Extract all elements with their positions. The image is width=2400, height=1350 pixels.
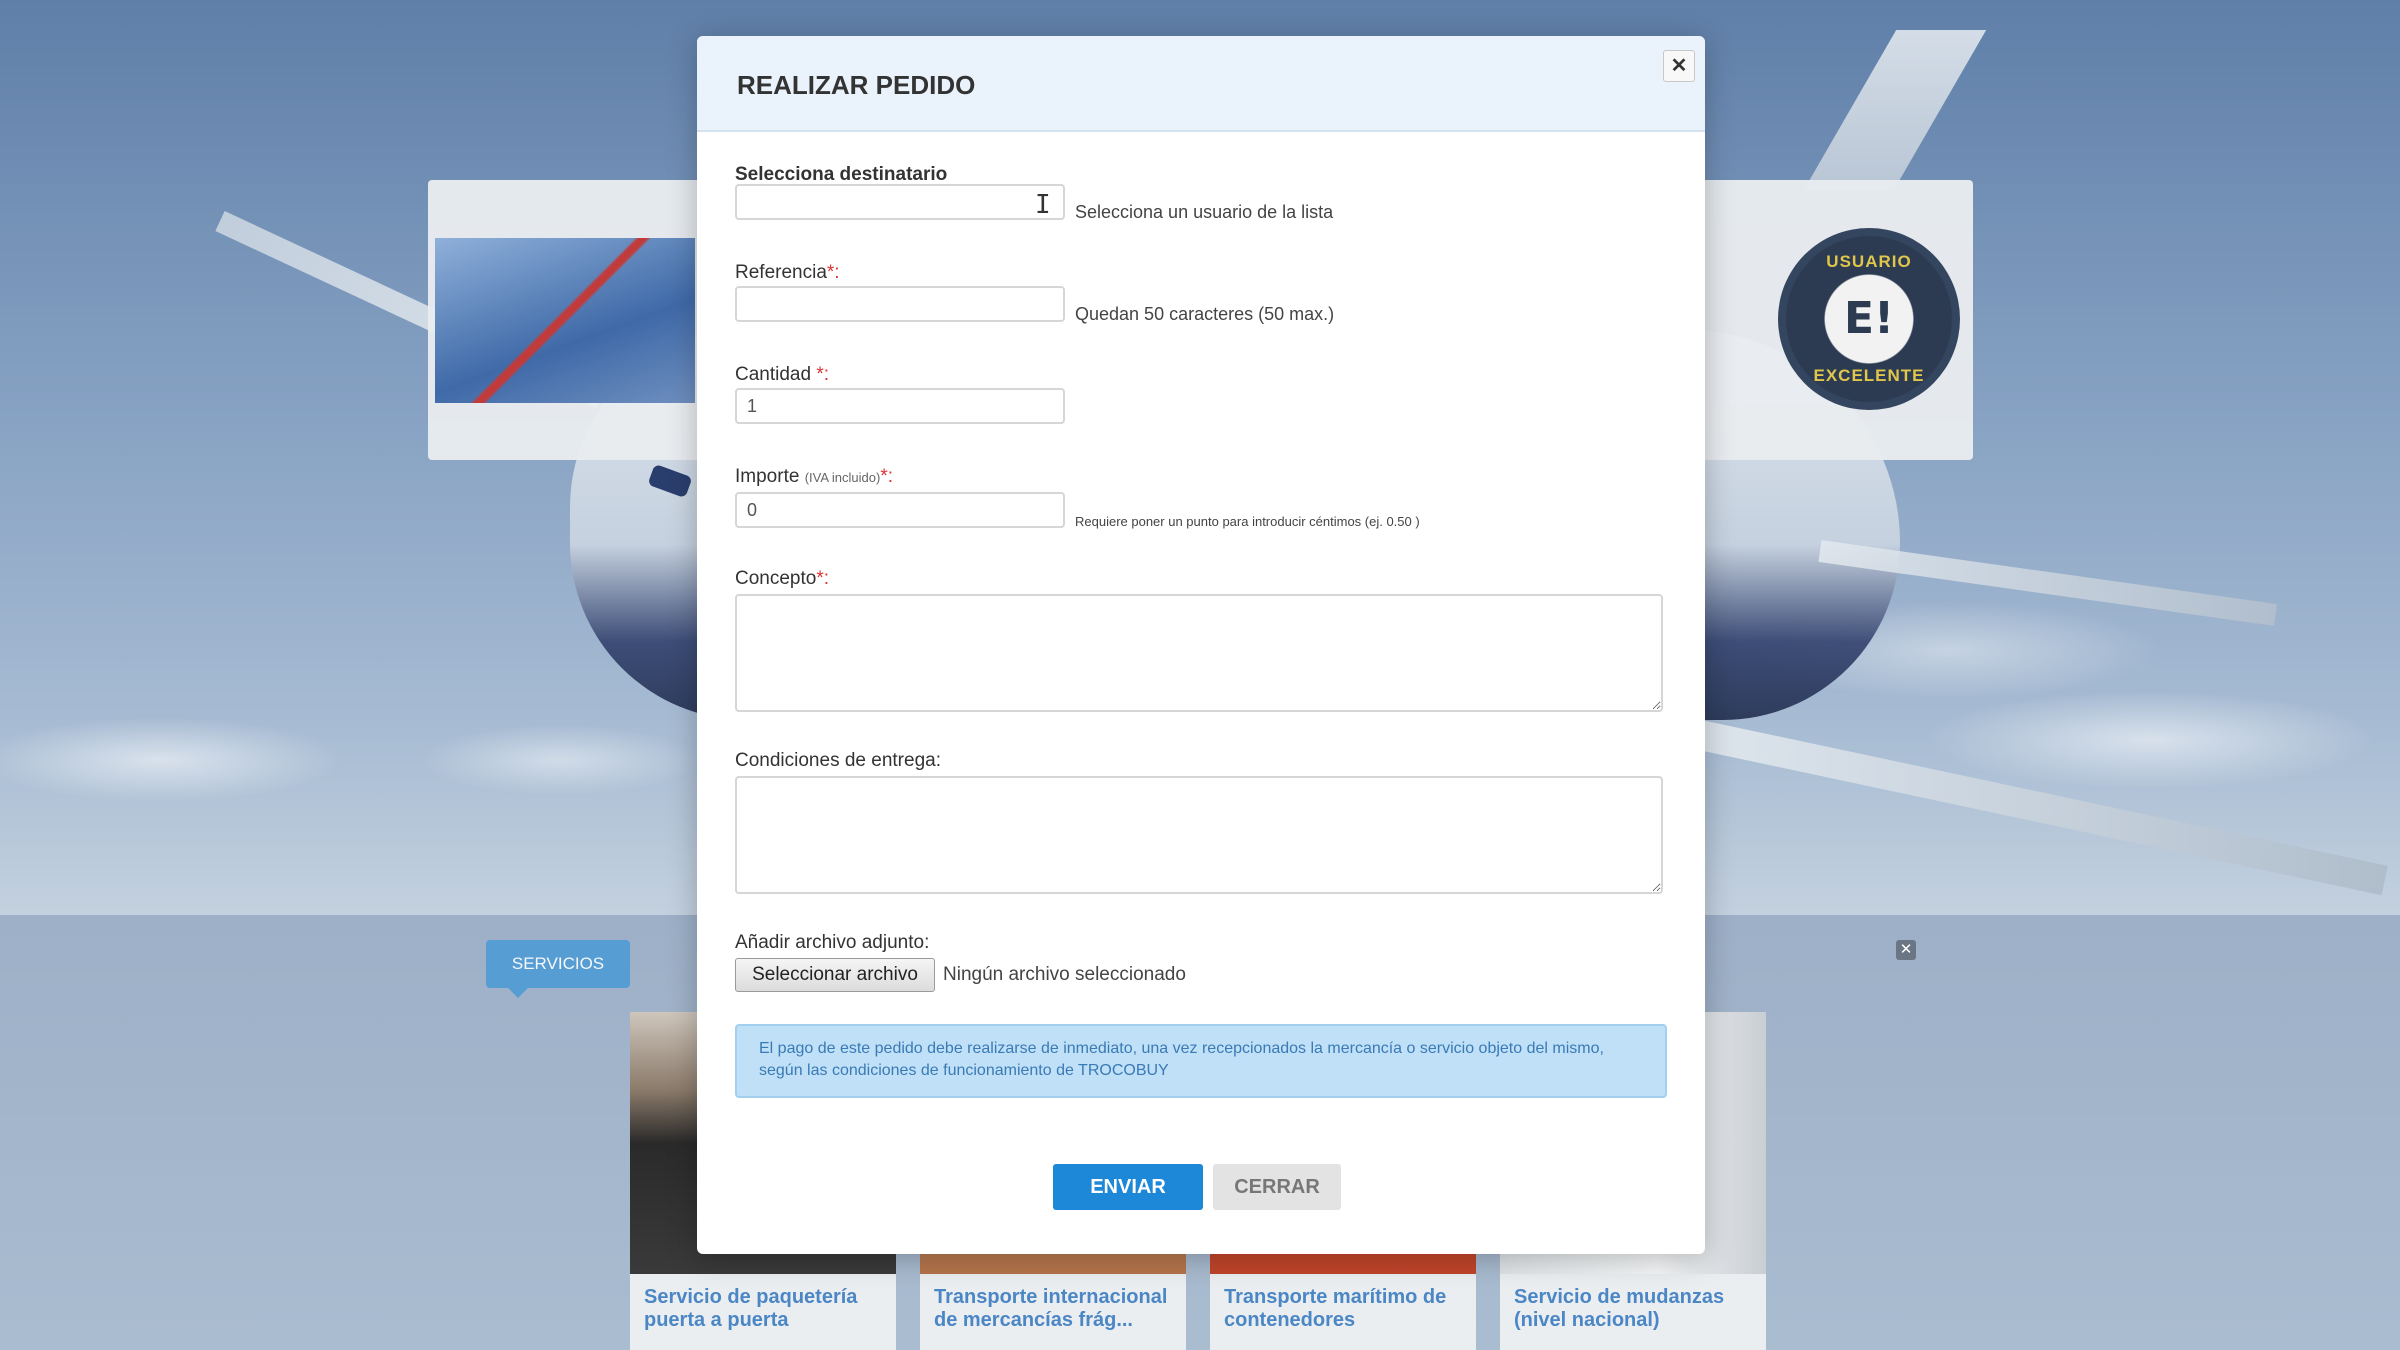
close-button[interactable]: CERRAR — [1213, 1164, 1341, 1210]
label-text: Referencia — [735, 262, 827, 283]
recipient-hint: Selecciona un usuario de la lista — [1075, 202, 1334, 222]
close-icon[interactable]: ✕ — [1663, 50, 1695, 82]
reference-char-counter: Quedan 50 caracteres (50 max.) — [1075, 304, 1335, 324]
label-importe: Importe (IVA incluido)*: — [735, 466, 893, 488]
payment-info-alert: El pago de este pedido debe realizarse d… — [735, 1024, 1667, 1098]
modal-header: REALIZAR PEDIDO ✕ — [697, 36, 1705, 132]
service-title: Servicio de paquetería puerta a puerta — [644, 1286, 858, 1331]
close-icon[interactable]: ✕ — [1896, 940, 1916, 960]
label-text: Importe — [735, 466, 800, 487]
modal-title: REALIZAR PEDIDO — [737, 70, 976, 100]
company-logo-image — [435, 238, 695, 403]
label-text: Cantidad — [735, 364, 812, 385]
service-title: Servicio de mudanzas (nivel nacional) — [1514, 1286, 1725, 1331]
select-file-button[interactable]: Seleccionar archivo — [735, 958, 935, 992]
delivery-conditions-textarea[interactable] — [735, 776, 1663, 894]
label-text: Selecciona destinatario — [735, 164, 948, 185]
submit-button[interactable]: ENVIAR — [1053, 1164, 1203, 1210]
label-referencia: Referencia*: — [735, 262, 840, 284]
concept-textarea[interactable] — [735, 594, 1663, 712]
required-mark: *: — [816, 568, 830, 589]
reference-input[interactable] — [735, 286, 1065, 322]
label-text: Concepto — [735, 568, 817, 589]
excellent-user-badge: USUARIO E! EXCELENTE — [1778, 228, 1960, 410]
label-destinatario: Selecciona destinatario — [735, 164, 947, 186]
order-modal: REALIZAR PEDIDO ✕ Selecciona destinatari… — [697, 36, 1705, 1254]
amount-input[interactable] — [735, 492, 1065, 528]
label-note: (IVA incluido) — [804, 470, 881, 485]
label-condiciones: Condiciones de entrega: — [735, 750, 941, 771]
badge-bottom-text: EXCELENTE — [1813, 366, 1925, 385]
required-mark: *: — [826, 262, 840, 283]
service-title: Transporte internacional de mercancías f… — [934, 1286, 1168, 1331]
label-concepto: Concepto*: — [735, 568, 829, 590]
tab-servicios[interactable]: SERVICIOS — [486, 940, 630, 998]
required-mark: *: — [880, 466, 894, 487]
quantity-input[interactable] — [735, 388, 1065, 424]
recipient-input[interactable] — [735, 184, 1065, 220]
amount-hint: Requiere poner un punto para introducir … — [1075, 514, 1420, 529]
label-archivo: Añadir archivo adjunto: — [735, 932, 930, 953]
required-mark: *: — [816, 364, 830, 385]
text-cursor-icon: I — [1035, 190, 1051, 220]
service-title: Transporte marítimo de contenedores — [1224, 1286, 1447, 1331]
file-status-text: Ningún archivo seleccionado — [943, 964, 1186, 985]
label-cantidad: Cantidad *: — [735, 364, 829, 386]
